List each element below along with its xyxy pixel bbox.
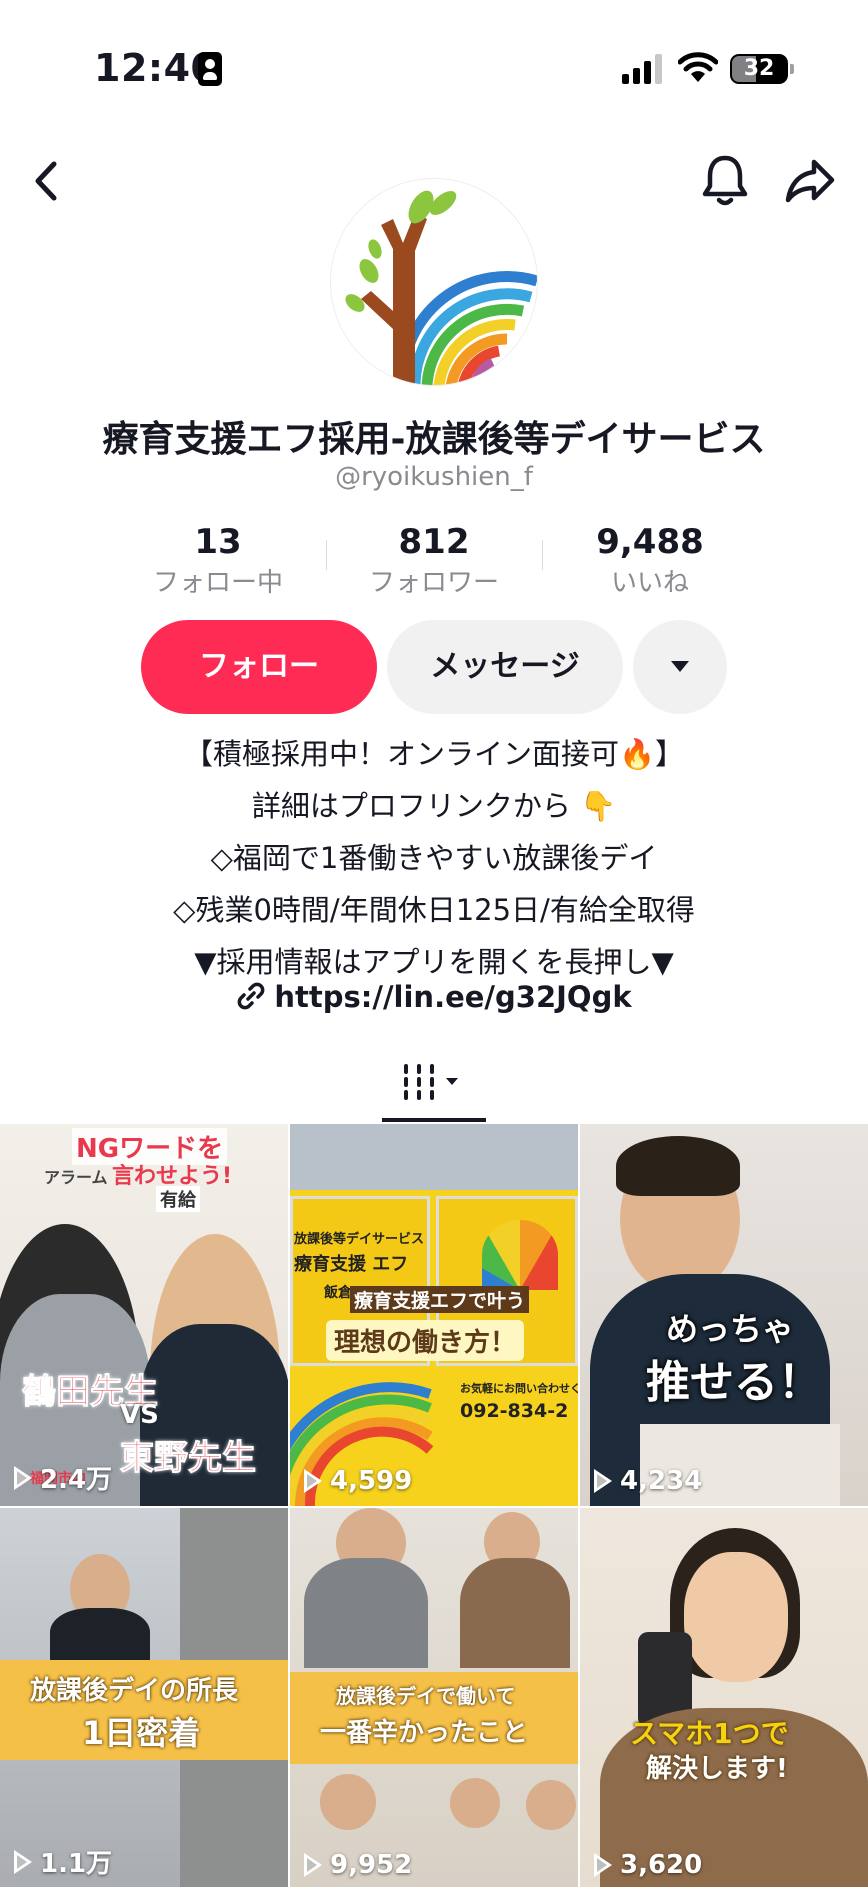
play-icon xyxy=(14,1465,32,1490)
video-tile[interactable]: NGワードを 言わせよう! アラーム 有給 鶴田先生 VS 東野先生 福岡市内 … xyxy=(0,1124,288,1506)
notification-bell-icon[interactable] xyxy=(700,152,750,208)
thumbnail-caption: お気軽にお問い合わせください xyxy=(460,1382,578,1395)
thumbnail-caption: 理想の働き方！ xyxy=(326,1320,525,1361)
view-count-text: 4,599 xyxy=(330,1466,413,1496)
video-tile[interactable]: スマホ1つで 解決します! 3,620 xyxy=(580,1508,868,1887)
follow-button[interactable]: フォロー xyxy=(141,620,377,714)
thumbnail-caption: 一番辛かったこと xyxy=(320,1718,529,1748)
profile-name: 療育支援エフ採用-放課後等デイサービス xyxy=(102,419,766,460)
thumbnail-caption: 療育支援エフで叶う xyxy=(350,1286,530,1313)
thumbnail-caption: 092-834-2 xyxy=(460,1400,569,1422)
profile-avatar[interactable] xyxy=(330,178,538,386)
thumbnail-person xyxy=(460,1558,570,1668)
video-tile[interactable]: めっちゃ 推せる！ 4,234 xyxy=(580,1124,868,1506)
thumbnail-caption: 東野先生 xyxy=(120,1438,257,1479)
bio-line: ◇残業0時間/年間休日125日/有給全取得 xyxy=(173,893,695,927)
video-tile[interactable]: 放課後等デイサービス 療育支援 エフ 飯倉 療育支援エフで叶う 理想の働き方！ … xyxy=(290,1124,578,1506)
view-count-text: 9,952 xyxy=(330,1850,413,1880)
play-icon xyxy=(304,1853,322,1877)
thumbnail-person xyxy=(616,1136,740,1196)
profile-link-text: https://lin.ee/g32JQgk xyxy=(274,980,632,1014)
thumbnail-caption: 有給 xyxy=(156,1186,200,1212)
thumbnail-caption: スマホ1つで xyxy=(630,1717,789,1750)
logo-tree-rainbow-icon xyxy=(345,190,537,385)
stat-likes-label: いいね xyxy=(610,568,689,598)
play-icon xyxy=(594,1469,612,1493)
videos-grid-tab-icon[interactable] xyxy=(382,1052,486,1124)
view-count-text: 2.4万 xyxy=(40,1465,113,1495)
stat-followers-label: フォロワー xyxy=(368,568,499,598)
battery-level: 32 xyxy=(743,56,775,81)
thumbnail-caption: 療育支援 エフ xyxy=(294,1254,409,1275)
view-count-text: 3,620 xyxy=(620,1850,703,1880)
stat-following-label: フォロー中 xyxy=(152,568,283,598)
stat-likes-value: 9,488 xyxy=(596,522,704,562)
content-tab-bar xyxy=(0,1052,868,1124)
message-button[interactable]: メッセージ xyxy=(387,620,623,714)
video-tile[interactable]: 放課後デイの所長 1日密着 1.1万 xyxy=(0,1508,288,1887)
active-tab-indicator xyxy=(382,1118,486,1122)
thumbnail-window xyxy=(290,1124,578,1190)
more-options-dropdown-icon[interactable] xyxy=(633,620,727,714)
link-icon xyxy=(237,982,265,1010)
play-icon xyxy=(594,1853,612,1877)
view-count: 4,599 xyxy=(304,1466,412,1496)
bio-line: 【積極採用中！オンライン面接可🔥】 xyxy=(183,737,685,771)
video-grid: NGワードを 言わせよう! アラーム 有給 鶴田先生 VS 東野先生 福岡市内 … xyxy=(0,1124,868,1887)
stat-followers-value: 812 xyxy=(398,522,470,562)
view-count-text: 1.1万 xyxy=(40,1849,113,1879)
thumbnail-caption: アラーム xyxy=(44,1168,108,1187)
contact-card-icon xyxy=(198,52,222,86)
profile-link[interactable]: https://lin.ee/g32JQgk xyxy=(0,980,868,1014)
stat-followers[interactable]: 812 フォロワー xyxy=(326,520,542,600)
thumbnail-caption: 放課後等デイサービス xyxy=(294,1232,425,1247)
cellular-signal-icon xyxy=(622,54,664,84)
thumbnail-caption: 解決します! xyxy=(646,1754,788,1784)
status-bar: 12:40 32 xyxy=(0,0,868,140)
thumbnail-person xyxy=(320,1774,376,1830)
view-count: 2.4万 xyxy=(14,1459,112,1496)
bio-line: ◇福岡で1番働きやすい放課後デイ xyxy=(210,841,658,875)
thumbnail-person xyxy=(450,1778,500,1828)
profile-stats: 13 フォロー中 812 フォロワー 9,488 いいね xyxy=(110,520,758,600)
battery-icon: 32 xyxy=(730,54,794,84)
play-icon xyxy=(304,1469,322,1493)
video-tile[interactable]: 放課後デイで働いて 一番辛かったこと 9,952 xyxy=(290,1508,578,1887)
thumbnail-caption: めっちゃ xyxy=(666,1310,795,1348)
thumbnail-caption: 1日密着 xyxy=(82,1714,201,1752)
view-count: 9,952 xyxy=(304,1850,412,1880)
back-icon[interactable] xyxy=(22,156,72,206)
thumbnail-caption: VS xyxy=(120,1400,159,1430)
play-icon xyxy=(14,1849,32,1874)
profile-bio: 【積極採用中！オンライン面接可🔥】 詳細はプロフリンクから 👇 ◇福岡で1番働き… xyxy=(0,728,868,988)
thumbnail-caption: 飯倉 xyxy=(324,1285,352,1301)
stat-following-value: 13 xyxy=(194,522,242,562)
view-count: 1.1万 xyxy=(14,1843,112,1880)
thumbnail-person xyxy=(50,1608,150,1668)
thumbnail-logo xyxy=(482,1220,558,1290)
stat-following[interactable]: 13 フォロー中 xyxy=(110,520,326,600)
bio-line: 詳細はプロフリンクから 👇 xyxy=(251,789,617,823)
view-count: 3,620 xyxy=(594,1850,702,1880)
view-count: 4,234 xyxy=(594,1466,702,1496)
thumbnail-caption: 放課後デイで働いて xyxy=(336,1684,516,1708)
profile-handle: @ryoikushien_f xyxy=(335,462,533,492)
stat-likes[interactable]: 9,488 いいね xyxy=(542,520,758,600)
thumbnail-person xyxy=(526,1780,576,1830)
thumbnail-caption: 放課後デイの所長 xyxy=(30,1676,239,1706)
thumbnail-caption: 推せる！ xyxy=(646,1357,822,1408)
wifi-icon xyxy=(678,52,718,82)
thumbnail-person xyxy=(304,1558,428,1668)
thumbnail-person xyxy=(684,1552,788,1682)
view-count-text: 4,234 xyxy=(620,1466,703,1496)
share-icon[interactable] xyxy=(784,156,836,206)
